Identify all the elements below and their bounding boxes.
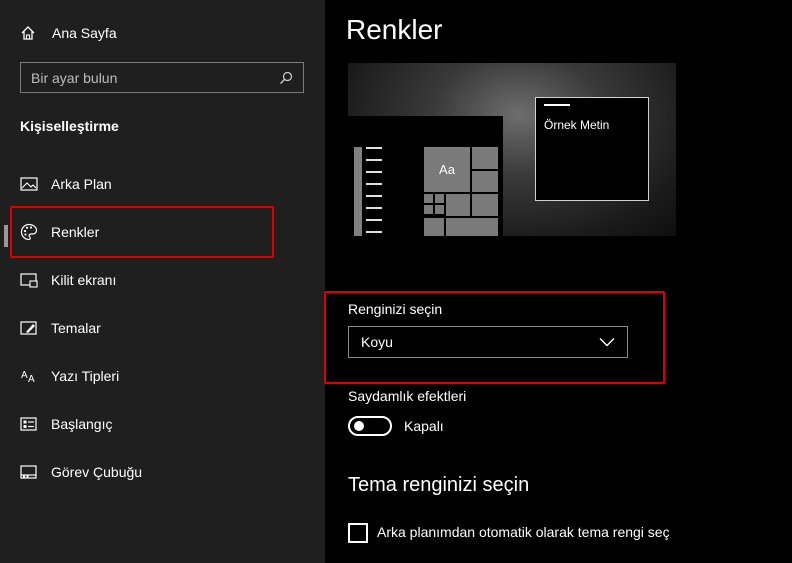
preview-tile	[472, 171, 498, 192]
picture-icon	[20, 176, 42, 192]
lock-screen-icon	[20, 272, 42, 288]
preview-window-titlebar	[544, 104, 570, 106]
preview-menu-line	[366, 147, 382, 149]
search-box[interactable]	[20, 62, 304, 93]
preview-menu-bar	[354, 147, 362, 236]
transparency-toggle[interactable]	[348, 416, 392, 436]
nav-home-label: Ana Sayfa	[52, 25, 117, 41]
highlight-box-color-choice	[324, 291, 665, 384]
taskbar-icon	[20, 464, 42, 480]
accent-section-title: Tema renginizi seçin	[348, 474, 530, 496]
sidebar-item-lock-screen[interactable]: Kilit ekranı	[0, 260, 325, 300]
sidebar-item-label: Arka Plan	[51, 176, 112, 192]
search-input[interactable]	[31, 69, 279, 86]
preview-tile	[424, 205, 433, 214]
preview-tile	[435, 194, 444, 203]
preview-window: Örnek Metin	[535, 97, 649, 201]
preview-menu-line	[366, 231, 382, 233]
start-icon	[20, 416, 42, 432]
sidebar-item-label: Başlangıç	[51, 416, 113, 432]
preview-tile	[446, 218, 498, 236]
preview-tile	[435, 205, 444, 214]
transparency-label: Saydamlık efektleri	[348, 388, 467, 404]
svg-text:A: A	[28, 374, 35, 384]
sidebar-item-start[interactable]: Başlangıç	[0, 404, 325, 444]
nav-home[interactable]: Ana Sayfa	[20, 22, 117, 44]
theme-preview: Aa Örnek Metin	[348, 63, 676, 236]
preview-tile	[446, 194, 470, 216]
transparency-state: Kapalı	[404, 418, 444, 434]
preview-tile	[472, 147, 498, 169]
preview-tile	[424, 218, 444, 236]
preview-menu-line	[366, 171, 382, 173]
sidebar-item-fonts[interactable]: A A Yazı Tipleri	[0, 356, 325, 396]
toggle-knob	[354, 421, 364, 431]
sidebar-item-label: Görev Çubuğu	[51, 464, 143, 480]
preview-tile	[472, 194, 498, 216]
home-icon	[21, 26, 35, 40]
fonts-icon: A A	[20, 368, 42, 384]
auto-accent-label[interactable]: Arka planımdan otomatik olarak tema reng…	[377, 524, 670, 540]
preview-tile-aa: Aa	[424, 147, 470, 192]
sidebar-item-background[interactable]: Arka Plan	[0, 164, 325, 204]
preview-menu-line	[366, 195, 382, 197]
preview-tile	[424, 194, 433, 203]
themes-icon	[20, 320, 42, 336]
preview-menu-line	[366, 159, 382, 161]
sidebar-item-taskbar[interactable]: Görev Çubuğu	[0, 452, 325, 492]
sidebar-item-label: Yazı Tipleri	[51, 368, 120, 384]
preview-menu-line	[366, 183, 382, 185]
preview-sample-text: Örnek Metin	[544, 118, 610, 132]
preview-menu-line	[366, 219, 382, 221]
highlight-box-colors	[10, 206, 274, 258]
sidebar-item-themes[interactable]: Temalar	[0, 308, 325, 348]
page-title: Renkler	[346, 14, 443, 45]
section-title: Kişiselleştirme	[20, 118, 119, 134]
auto-accent-checkbox[interactable]	[348, 523, 368, 543]
svg-text:A: A	[21, 370, 28, 381]
preview-menu-line	[366, 207, 382, 209]
sidebar-item-label: Temalar	[51, 320, 101, 336]
search-icon[interactable]	[279, 71, 293, 85]
sidebar-item-label: Kilit ekranı	[51, 272, 117, 288]
sidebar: Ana Sayfa Kişiselleştirme Arka Plan	[0, 0, 325, 563]
